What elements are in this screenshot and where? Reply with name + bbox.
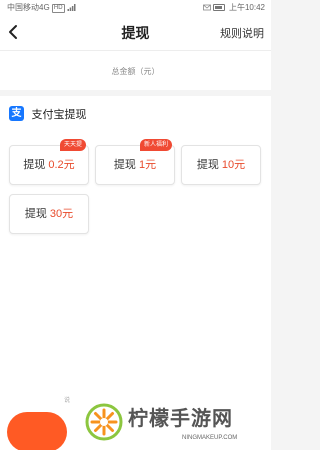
- withdraw-option-10[interactable]: 提现 10元: [181, 145, 261, 185]
- balance-panel: 总金额（元）: [0, 50, 271, 90]
- withdraw-section: 支 支付宝提现 提现 0.2元 天天提 提现 1元 新人福利 提现 10元 提现…: [0, 96, 271, 450]
- alipay-icon: 支: [9, 106, 24, 122]
- lemon-logo-icon: [85, 403, 123, 441]
- nav-bar: 提现 规则说明: [0, 14, 271, 50]
- option-amount: 1元: [138, 159, 157, 171]
- option-amount: 0.2元: [48, 159, 75, 171]
- daily-badge: 天天提: [59, 139, 86, 151]
- option-label: 提现: [113, 159, 136, 171]
- status-left: 中国移动4G HD: [7, 2, 76, 13]
- clock: 上午10:42: [228, 3, 265, 12]
- section-title: 支付宝提现: [31, 108, 87, 121]
- footer-link[interactable]: 说: [64, 395, 70, 404]
- option-amount: 30元: [49, 208, 74, 220]
- watermark: 柠檬手游网 NINGMAKEUP.COM: [84, 400, 269, 446]
- option-amount: 10元: [221, 159, 246, 171]
- section-header: 支 支付宝提现: [9, 105, 87, 122]
- withdraw-option-0.2[interactable]: 提现 0.2元 天天提: [9, 139, 89, 185]
- balance-label: 总金额（元）: [111, 67, 160, 76]
- watermark-name: 柠檬手游网: [128, 408, 233, 430]
- withdraw-option-1[interactable]: 提现 1元 新人福利: [95, 139, 175, 185]
- newcomer-badge: 新人福利: [139, 139, 172, 151]
- option-label: 提现: [24, 208, 47, 220]
- withdraw-option-30[interactable]: 提现 30元: [9, 194, 89, 234]
- status-right: 上午10:42: [202, 2, 265, 13]
- option-label: 提现: [196, 159, 219, 171]
- status-bar: 中国移动4G HD 上午10:42: [0, 0, 271, 14]
- mail-icon: [202, 4, 211, 11]
- bottom-action-button[interactable]: [7, 412, 67, 450]
- watermark-url: NINGMAKEUP.COM: [182, 435, 238, 441]
- signal-icon: [67, 4, 76, 11]
- option-label: 提现: [23, 159, 46, 171]
- rules-link[interactable]: 规则说明: [220, 25, 264, 41]
- hd-badge: HD: [51, 4, 65, 13]
- carrier-label: 中国移动4G: [7, 3, 50, 12]
- battery-icon: [212, 4, 225, 11]
